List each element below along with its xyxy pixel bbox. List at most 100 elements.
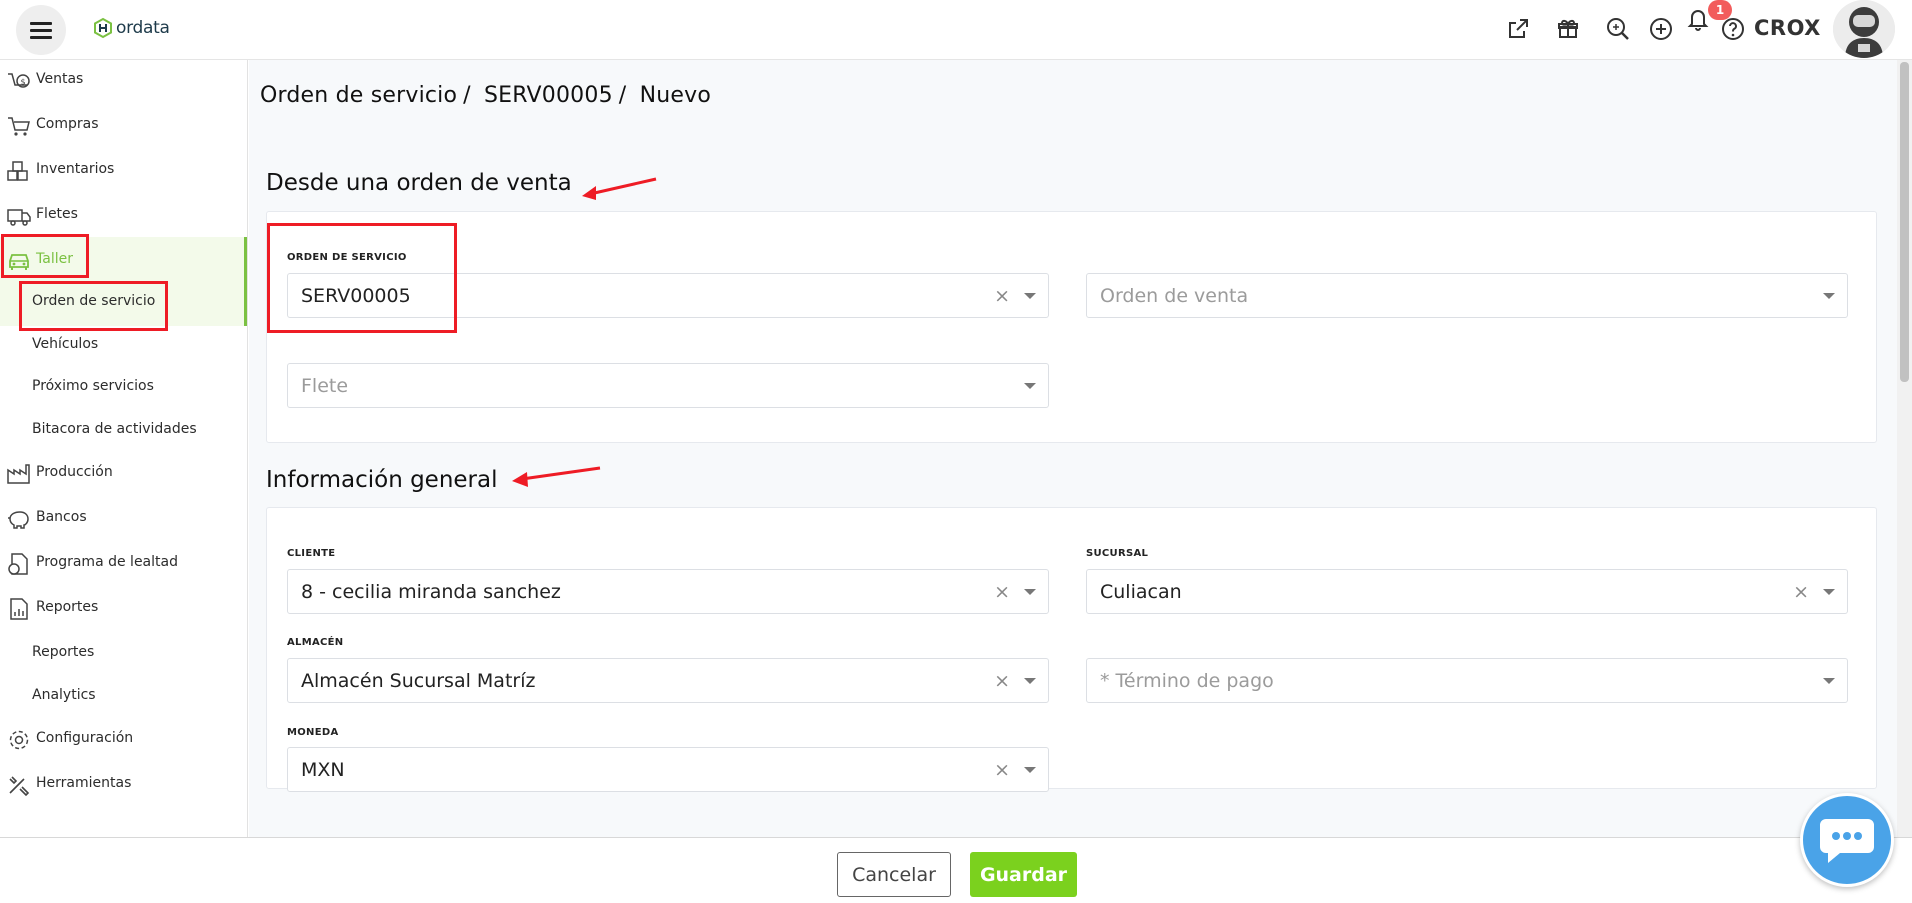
logo-text: ordata xyxy=(116,18,170,38)
vertical-scrollbar[interactable] xyxy=(1897,60,1912,837)
external-link-icon[interactable] xyxy=(1503,14,1533,44)
scrollbar-thumb[interactable] xyxy=(1900,62,1909,382)
chevron-down-icon[interactable] xyxy=(1024,678,1036,684)
cliente-value: 8 - cecilia miranda sanchez xyxy=(301,581,561,603)
breadcrumb-item[interactable]: Orden de servicio xyxy=(260,83,457,108)
orden-venta-placeholder: Orden de venta xyxy=(1100,285,1249,307)
clear-icon[interactable]: × xyxy=(994,670,1010,692)
termino-pago-placeholder: * Término de pago xyxy=(1100,670,1274,692)
highlight-orden-servicio xyxy=(19,281,168,331)
sidebar-item-label: Bancos xyxy=(36,509,87,525)
piggy-bank-icon xyxy=(8,511,29,529)
sidebar-item-bancos[interactable]: Bancos xyxy=(0,498,246,538)
chevron-down-icon[interactable] xyxy=(1823,589,1835,595)
avatar[interactable] xyxy=(1833,0,1895,58)
sidebar-item-ventas[interactable]: $ Ventas xyxy=(0,60,246,100)
sidebar-subitem-reportes[interactable]: Reportes xyxy=(32,644,94,660)
flete-select[interactable]: Flete xyxy=(287,363,1049,408)
sidebar-item-label: Producción xyxy=(36,464,113,480)
svg-text:$: $ xyxy=(21,78,26,87)
sidebar-item-inventarios[interactable]: Inventarios xyxy=(0,150,246,190)
arrow-annotation-icon xyxy=(512,466,601,487)
breadcrumb-item[interactable]: SERV00005 xyxy=(484,83,613,108)
highlight-orden-servicio-field xyxy=(267,223,457,333)
breadcrumb-item: Nuevo xyxy=(639,83,712,108)
sidebar-item-label: Herramientas xyxy=(36,775,132,791)
cancel-button[interactable]: Cancelar xyxy=(837,852,951,897)
factory-icon xyxy=(7,464,30,484)
almacen-value: Almacén Sucursal Matríz xyxy=(301,670,536,692)
loyalty-icon xyxy=(8,553,28,575)
main-content: Orden de servicio / SERV00005/ Nuevo Desd… xyxy=(249,60,1897,837)
arrow-annotation-icon xyxy=(582,177,657,200)
sidebar-item-label: Configuración xyxy=(36,730,134,746)
sidebar-item-programa-lealtad[interactable]: Programa de lealtad xyxy=(0,543,246,583)
sidebar-item-fletes[interactable]: Fletes xyxy=(0,195,246,235)
hamburger-line xyxy=(30,35,52,39)
sidebar-item-label: Inventarios xyxy=(36,161,115,177)
sidebar-item-label: Compras xyxy=(36,116,99,132)
sidebar-subitem-proximo-servicios[interactable]: Próximo servicios xyxy=(32,378,154,394)
user-name[interactable]: CROX xyxy=(1754,16,1821,40)
sidebar-item-compras[interactable]: Compras xyxy=(0,105,246,145)
chevron-down-icon[interactable] xyxy=(1024,383,1036,389)
menu-toggle-button[interactable] xyxy=(16,5,66,55)
moneda-label: MONEDA xyxy=(287,727,339,738)
moneda-value: MXN xyxy=(301,759,345,781)
sucursal-value: Culiacan xyxy=(1100,581,1182,603)
search-icon[interactable] xyxy=(1603,14,1633,44)
sidebar-item-reportes[interactable]: Reportes xyxy=(0,588,246,628)
section-title-general: Información general xyxy=(266,467,498,493)
breadcrumb-separator: / xyxy=(463,83,471,108)
clear-icon[interactable]: × xyxy=(994,759,1010,781)
sidebar-subitem-vehiculos[interactable]: Vehículos xyxy=(32,336,98,352)
truck-icon xyxy=(7,209,31,226)
sidebar-subitem-analytics[interactable]: Analytics xyxy=(32,687,96,703)
highlight-taller xyxy=(1,234,89,278)
termino-pago-select[interactable]: * Término de pago xyxy=(1086,658,1848,703)
add-circle-icon[interactable] xyxy=(1646,14,1676,44)
chevron-down-icon[interactable] xyxy=(1024,767,1036,773)
clear-icon[interactable]: × xyxy=(994,285,1010,307)
cliente-label: CLIENTE xyxy=(287,548,336,559)
app-logo[interactable]: ordata xyxy=(92,17,170,39)
sidebar: $ Ventas Compras Inventarios Fletes Tall… xyxy=(0,60,248,837)
sidebar-item-label: Ventas xyxy=(36,71,84,87)
report-icon xyxy=(10,598,28,620)
sucursal-label: SUCURSAL xyxy=(1086,548,1149,559)
gift-icon[interactable] xyxy=(1553,14,1583,44)
sidebar-item-label: Fletes xyxy=(36,206,78,222)
hamburger-line xyxy=(30,28,52,32)
save-button[interactable]: Guardar xyxy=(970,852,1077,897)
from-sale-card: ORDEN DE SERVICIO SERV00005 × Orden de v… xyxy=(266,211,1877,443)
section-title-from-sale: Desde una orden de venta xyxy=(266,170,572,196)
sucursal-select[interactable]: Culiacan × xyxy=(1086,569,1848,614)
sidebar-item-label: Reportes xyxy=(36,599,99,615)
gear-icon xyxy=(9,730,29,750)
sidebar-subitem-bitacora[interactable]: Bitacora de actividades xyxy=(32,421,197,437)
cliente-select[interactable]: 8 - cecilia miranda sanchez × xyxy=(287,569,1049,614)
top-bar: ordata 1 CROX xyxy=(0,0,1912,60)
sidebar-item-configuracion[interactable]: Configuración xyxy=(0,719,246,759)
breadcrumb: Orden de servicio / SERV00005/ Nuevo xyxy=(260,83,711,108)
sidebar-item-herramientas[interactable]: Herramientas xyxy=(0,764,246,804)
help-icon[interactable] xyxy=(1718,14,1748,44)
moneda-select[interactable]: MXN × xyxy=(287,747,1049,792)
sidebar-item-label: Programa de lealtad xyxy=(36,554,178,570)
orden-venta-select[interactable]: Orden de venta xyxy=(1086,273,1848,318)
clear-icon[interactable]: × xyxy=(994,581,1010,603)
chevron-down-icon[interactable] xyxy=(1823,293,1835,299)
logo-icon xyxy=(94,17,112,39)
chat-icon xyxy=(1820,819,1874,863)
clear-icon[interactable]: × xyxy=(1793,581,1809,603)
chevron-down-icon[interactable] xyxy=(1024,293,1036,299)
chevron-down-icon[interactable] xyxy=(1024,589,1036,595)
sidebar-item-produccion[interactable]: Producción xyxy=(0,453,246,493)
general-info-card: CLIENTE 8 - cecilia miranda sanchez × SU… xyxy=(266,507,1877,792)
chevron-down-icon[interactable] xyxy=(1823,678,1835,684)
sales-icon: $ xyxy=(8,73,30,88)
almacen-select[interactable]: Almacén Sucursal Matríz × xyxy=(287,658,1049,703)
astronaut-avatar-icon xyxy=(1833,0,1895,58)
cart-icon xyxy=(8,117,30,136)
chat-widget-button[interactable] xyxy=(1800,793,1894,887)
